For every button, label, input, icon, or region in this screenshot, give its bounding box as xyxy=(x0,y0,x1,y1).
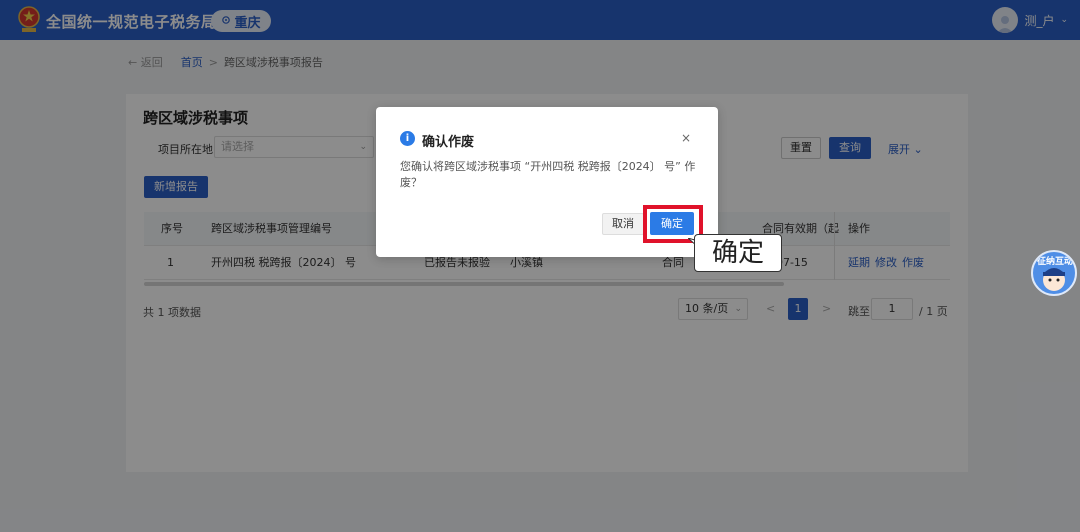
cancel-button[interactable]: 取消 xyxy=(602,213,644,235)
dialog-title: 确认作废 xyxy=(422,135,475,150)
modal-overlay xyxy=(0,0,1080,532)
assistant-float-button[interactable]: 征纳互动 xyxy=(1031,250,1077,296)
dialog-message: 您确认将跨区域涉税事项 “开州四税 税跨报〔2024〕 号” 作废？ xyxy=(400,160,696,189)
assistant-label: 征纳互动 xyxy=(1036,257,1073,267)
close-icon[interactable]: × xyxy=(681,131,691,145)
info-icon: i xyxy=(400,131,415,146)
tutorial-callout: 确定 xyxy=(694,234,782,272)
